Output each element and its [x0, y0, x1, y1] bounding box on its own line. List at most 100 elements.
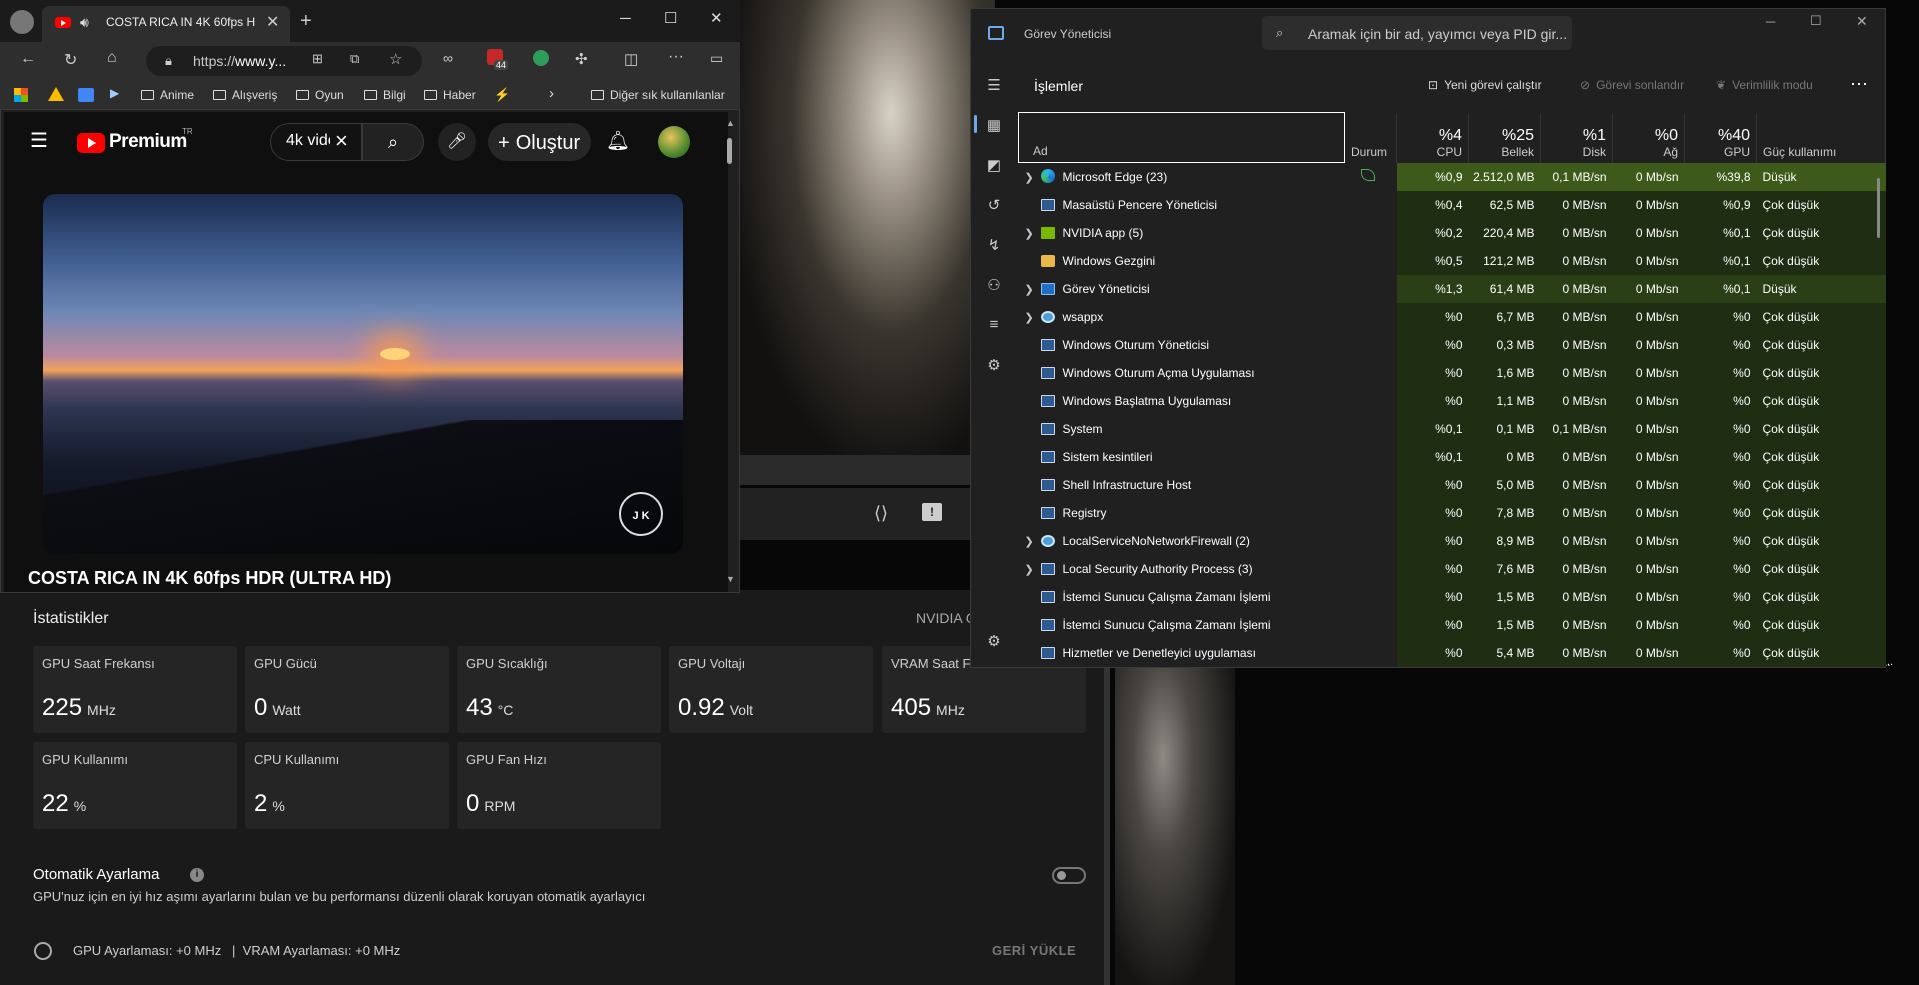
sidebar-toggle-icon[interactable]: ▭: [710, 50, 723, 67]
process-name[interactable]: ❯ Microsoft Edge (23): [1019, 163, 1345, 191]
process-name[interactable]: Windows Oturum Açma Uygulaması: [1019, 359, 1345, 387]
scroll-down-icon[interactable]: ▼: [726, 574, 735, 584]
youtube-brand[interactable]: Premium: [109, 131, 187, 153]
bookmark-ext-icon[interactable]: ⚡: [494, 87, 510, 103]
home-icon[interactable]: ⌂: [107, 49, 117, 67]
drive-icon[interactable]: [48, 87, 64, 101]
minimize-icon[interactable]: ─: [1766, 14, 1775, 29]
apps-icon[interactable]: ⊞: [312, 51, 323, 67]
column-cpu[interactable]: %4 CPU: [1396, 112, 1469, 163]
column-memory[interactable]: %25 Bellek: [1468, 112, 1541, 163]
create-button[interactable]: + Oluştur: [488, 123, 591, 161]
maximize-icon[interactable]: ☐: [1810, 13, 1822, 29]
scroll-up-icon[interactable]: ▲: [726, 118, 735, 128]
end-task-button[interactable]: ⊘ Görevi sonlandır: [1580, 78, 1684, 92]
favorite-star-icon[interactable]: ☆: [389, 50, 402, 68]
close-icon[interactable]: ✕: [710, 9, 723, 27]
table-row[interactable]: ❯ NVIDIA app (5) %0,2 220,4 MB 0 MB/sn 0 Mb/s…: [1019, 218, 1886, 247]
new-tab-icon[interactable]: +: [300, 10, 312, 33]
process-name[interactable]: Masaüstü Pencere Yöneticisi: [1019, 191, 1345, 219]
process-name[interactable]: Hizmetler ve Denetleyici uygulaması: [1019, 639, 1345, 667]
reset-button[interactable]: GERİ YÜKLE: [992, 943, 1076, 958]
close-tab-icon[interactable]: ✕: [266, 12, 279, 32]
process-name[interactable]: Windows Gezgini: [1019, 247, 1345, 275]
process-name[interactable]: ❯ wsappx: [1019, 303, 1345, 331]
fav-folder-info[interactable]: Bilgi: [364, 88, 406, 102]
account-avatar[interactable]: [658, 126, 690, 158]
table-row[interactable]: Sistem kesintileri %0,1 0 MB 0 MB/sn 0 Mb/sn…: [1019, 442, 1886, 471]
chevron-right-icon[interactable]: ❯: [1025, 535, 1041, 548]
url-text[interactable]: https://www.y...: [193, 53, 286, 69]
prime-icon[interactable]: ▶: [110, 86, 119, 100]
fav-folder-news[interactable]: Haber: [424, 88, 476, 102]
table-row[interactable]: ❯ Local Security Authority Process (3) %0 7…: [1019, 554, 1886, 583]
processes-icon[interactable]: ▦: [972, 116, 1016, 134]
chevron-right-icon[interactable]: ›: [549, 85, 554, 102]
table-row[interactable]: Windows Oturum Açma Uygulaması %0 1,6 MB 0 …: [1019, 358, 1886, 387]
lock-icon[interactable]: 🔒︎: [165, 53, 172, 69]
channel-watermark[interactable]: J K: [619, 492, 663, 536]
fav-folder-games[interactable]: Oyun: [296, 88, 344, 102]
extensions-puzzle-icon[interactable]: ✣: [575, 50, 588, 68]
run-new-task-button[interactable]: ⊡ Yeni görevi çalıştır: [1428, 78, 1542, 92]
column-power[interactable]: Güç kullanımı: [1756, 112, 1886, 163]
table-row[interactable]: İstemci Sunucu Çalışma Zamanı İşlemi %0 1,…: [1019, 610, 1886, 639]
profile-avatar[interactable]: [10, 10, 34, 34]
report-icon[interactable]: !: [922, 503, 942, 521]
hamburger-menu-icon[interactable]: ☰: [30, 128, 48, 153]
chevron-right-icon[interactable]: ❯: [1025, 227, 1041, 240]
chevron-right-icon[interactable]: ❯: [1025, 311, 1041, 324]
services-icon[interactable]: ⚙: [972, 356, 1016, 374]
table-row[interactable]: System %0,1 0,1 MB 0,1 MB/sn 0 Mb/sn %0 Çok dü…: [1019, 414, 1886, 443]
process-name[interactable]: Registry: [1019, 499, 1345, 527]
chevron-right-icon[interactable]: ❯: [1025, 563, 1041, 576]
table-row[interactable]: ❯ Microsoft Edge (23) %0,9 2.512,0 MB 0,1 MB…: [1019, 162, 1886, 191]
chevron-right-icon[interactable]: ❯: [1025, 171, 1041, 184]
auto-tune-toggle[interactable]: [1052, 867, 1086, 884]
split-screen-icon[interactable]: ◫: [624, 50, 638, 68]
info-icon[interactable]: i: [190, 868, 204, 882]
process-name[interactable]: İstemci Sunucu Çalışma Zamanı İşlemi: [1019, 611, 1345, 639]
table-row[interactable]: ❯ wsappx %0 6,7 MB 0 MB/sn 0 Mb/sn %0 Çok düşük: [1019, 302, 1886, 331]
startup-apps-icon[interactable]: ↯: [972, 236, 1016, 254]
process-name[interactable]: Windows Başlatma Uygulaması: [1019, 387, 1345, 415]
refresh-icon[interactable]: ↻: [64, 50, 77, 70]
process-name[interactable]: System: [1019, 415, 1345, 443]
microsoft-icon[interactable]: [14, 88, 28, 102]
process-name[interactable]: Windows Oturum Yöneticisi: [1019, 331, 1345, 359]
performance-icon[interactable]: ◩: [972, 156, 1016, 174]
process-name[interactable]: ❯ Görev Yöneticisi: [1019, 275, 1345, 303]
table-row[interactable]: Hizmetler ve Denetleyici uygulaması %0 5,4…: [1019, 638, 1886, 667]
maximize-icon[interactable]: ☐: [664, 9, 677, 27]
search-query[interactable]: 4k video: [286, 132, 330, 150]
column-status[interactable]: Durum: [1344, 112, 1397, 163]
search-placeholder[interactable]: Aramak için bir ad, yayımcı veya PID gir…: [1308, 26, 1567, 42]
table-row[interactable]: Shell Infrastructure Host %0 5,0 MB 0 MB/sn…: [1019, 470, 1886, 499]
fav-folder-anime[interactable]: Anime: [141, 88, 194, 102]
users-icon[interactable]: ⚇: [972, 276, 1016, 294]
share-icon[interactable]: ⟨⟩: [874, 503, 888, 524]
translate-icon[interactable]: [78, 88, 94, 102]
more-menu-icon[interactable]: ···: [668, 48, 684, 66]
process-name[interactable]: ❯ Local Security Authority Process (3): [1019, 555, 1345, 583]
close-icon[interactable]: ✕: [1856, 13, 1868, 30]
app-history-icon[interactable]: ↺: [972, 196, 1016, 214]
table-row[interactable]: Windows Gezgini %0,5 121,2 MB 0 MB/sn 0 Mb/s…: [1019, 246, 1886, 275]
settings-icon[interactable]: ⚙: [972, 632, 1016, 650]
process-name[interactable]: ❯ NVIDIA app (5): [1019, 219, 1345, 247]
process-name[interactable]: Sistem kesintileri: [1019, 443, 1345, 471]
youtube-logo-icon[interactable]: [77, 133, 105, 153]
clear-search-icon[interactable]: ×: [335, 128, 348, 154]
back-icon[interactable]: ←: [20, 50, 36, 68]
column-disk[interactable]: %1 Disk: [1540, 112, 1613, 163]
extension-globe-icon[interactable]: [533, 50, 549, 66]
table-row[interactable]: Windows Başlatma Uygulaması %0 1,1 MB 0 MB/…: [1019, 386, 1886, 415]
speaker-icon[interactable]: 🔊︎: [80, 14, 89, 31]
search-button[interactable]: ⌕: [362, 123, 424, 161]
efficiency-mode-button[interactable]: ❦ Verimlilik modu: [1716, 78, 1813, 92]
table-row[interactable]: ❯ LocalServiceNoNetworkFirewall (2) %0 8,9 …: [1019, 526, 1886, 555]
process-name[interactable]: Shell Infrastructure Host: [1019, 471, 1345, 499]
page-scrollbar-thumb[interactable]: [727, 138, 732, 164]
more-options-icon[interactable]: ⋯: [1850, 74, 1868, 95]
details-icon[interactable]: ≡: [972, 316, 1016, 333]
